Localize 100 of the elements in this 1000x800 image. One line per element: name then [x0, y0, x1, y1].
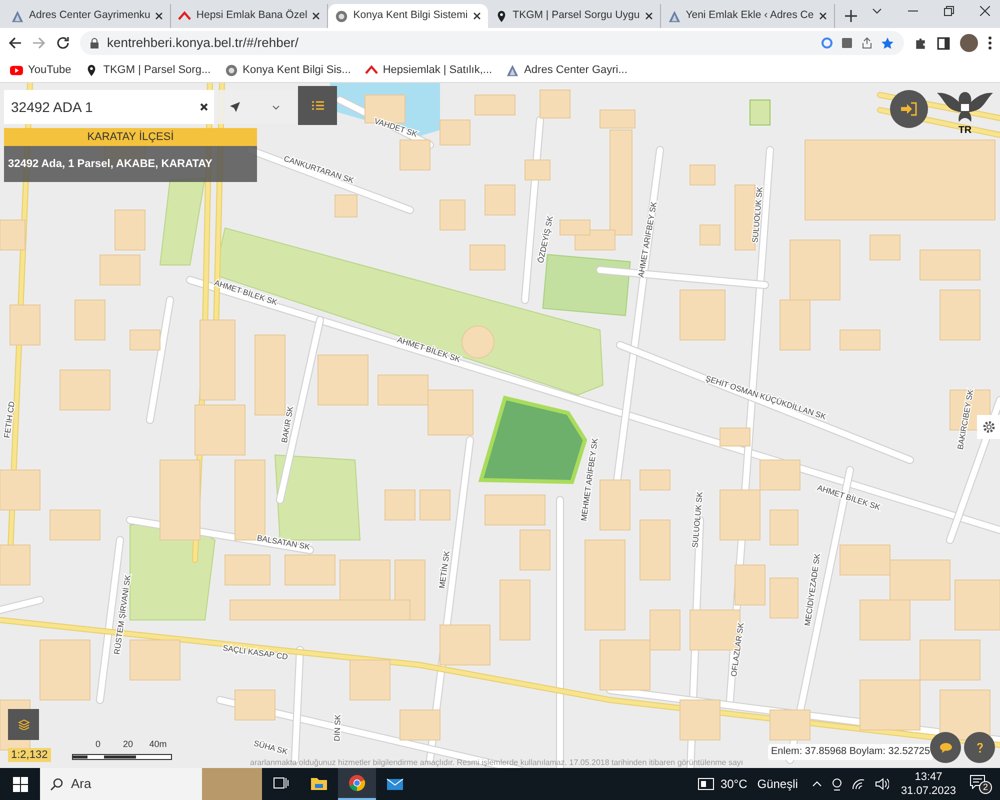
bookmark[interactable]: Konya Kent Bilgi Sis...: [224, 62, 351, 78]
chrome-icon: [348, 774, 366, 792]
browser-tab[interactable]: Konya Kent Bilgi Sistemi: [328, 4, 488, 28]
share-icon[interactable]: [861, 37, 873, 49]
chevron-up-icon[interactable]: [812, 781, 822, 787]
address-bar[interactable]: kentrehberi.konya.bel.tr/#/rehber/: [80, 31, 904, 55]
reload-icon[interactable]: [56, 36, 70, 50]
weather-widget[interactable]: 30°C Güneşli: [698, 775, 798, 793]
street-label: SULUOLUK SK: [690, 491, 704, 548]
lock-icon: [90, 38, 99, 48]
scale-label: 0: [96, 740, 100, 749]
building: [560, 220, 590, 236]
wifi-icon[interactable]: [852, 778, 865, 790]
clock-time[interactable]: 13:47: [914, 770, 942, 784]
star-icon[interactable]: [881, 36, 894, 50]
settings-icon: [982, 420, 996, 434]
layers-icon: [18, 719, 30, 730]
tab-title: Konya Kent Bilgi Sistemi: [353, 8, 468, 24]
chevron-down-icon[interactable]: [872, 8, 882, 14]
search-field[interactable]: 32492 ADA 1: [11, 93, 200, 121]
building: [74, 300, 106, 340]
windows-start-icon[interactable]: [12, 776, 28, 792]
puzzle-icon[interactable]: [914, 36, 927, 50]
url-text: kentrehberi.konya.bel.tr/#/rehber/: [107, 34, 300, 52]
road: [0, 596, 44, 614]
building: [130, 330, 160, 350]
navigation-arrow-icon[interactable]: [230, 102, 240, 112]
help-button[interactable]: [964, 732, 995, 763]
notification-count: 2: [979, 781, 992, 794]
building: [0, 220, 26, 250]
building: [114, 210, 146, 250]
bookmark[interactable]: YouTube: [10, 62, 72, 78]
street-label: DİN SK: [332, 714, 342, 742]
bookmark[interactable]: Adres Center Gayri...: [506, 62, 628, 78]
close-icon[interactable]: [644, 12, 653, 20]
building: [234, 690, 276, 720]
notification-icon[interactable]: [970, 775, 985, 789]
search-icon: [50, 778, 63, 790]
side-panel-icon[interactable]: [937, 36, 950, 50]
settings-button[interactable]: [977, 415, 1000, 439]
building: [640, 470, 670, 490]
google-icon[interactable]: [821, 37, 833, 49]
street-label: AHMET BİLEK SK: [396, 335, 462, 364]
caret-icon[interactable]: [272, 104, 280, 110]
building: [734, 564, 766, 606]
street-label: RÜSTEM ŞİRVANİ SK: [112, 574, 133, 655]
roof-icon: [178, 10, 192, 22]
emblem-icon: [224, 64, 238, 76]
building: [60, 370, 110, 410]
bookmark[interactable]: Hepsiemlak | Satılık,...: [364, 62, 492, 78]
building: [500, 580, 530, 640]
clock-date[interactable]: 31.07.2023: [900, 784, 956, 798]
close-icon[interactable]: [312, 12, 320, 20]
layers-button[interactable]: [8, 709, 39, 740]
close-icon[interactable]: [980, 6, 990, 16]
building: [954, 580, 1000, 630]
close-icon[interactable]: [155, 12, 164, 20]
street-label: SAÇLI KASAP CD: [222, 644, 288, 662]
building: [470, 244, 506, 270]
tab-title: Hepsi Emlak Bana Özel: [196, 8, 308, 24]
building: [700, 224, 720, 246]
menu-icon[interactable]: [988, 36, 992, 50]
close-icon[interactable]: [472, 12, 481, 20]
building: [770, 710, 810, 740]
new-tab-icon[interactable]: [844, 10, 857, 22]
building: [920, 640, 980, 680]
building: [870, 234, 900, 260]
close-icon[interactable]: [818, 12, 827, 20]
building: [400, 710, 440, 740]
street-label: SULUOLUK SK: [750, 186, 764, 244]
building: [334, 194, 358, 218]
webcam-icon[interactable]: [832, 778, 842, 790]
restore-icon[interactable]: [944, 6, 954, 16]
building: [350, 660, 390, 700]
speaker-icon[interactable]: [874, 778, 889, 790]
temperature-text: 30°C: [720, 776, 748, 793]
street-label: SÜHA SK: [252, 738, 289, 756]
clear-icon[interactable]: [200, 103, 208, 111]
building: [484, 184, 516, 216]
building: [770, 510, 798, 546]
street-label: OFLAZLAR SK: [729, 622, 746, 678]
taskbar-search[interactable]: Ara: [40, 768, 262, 800]
bookmark[interactable]: TKGM | Parsel Sorg...: [85, 62, 211, 78]
translate-icon[interactable]: [841, 37, 853, 49]
search-box[interactable]: 32492 ADA 1: [4, 90, 214, 124]
youtube-icon: [10, 64, 23, 76]
taskbar-app[interactable]: [338, 768, 376, 800]
profile-avatar[interactable]: [960, 34, 978, 52]
building: [770, 578, 798, 618]
street-label: BAKIR SK: [280, 406, 296, 444]
scale-label: 20: [123, 740, 133, 749]
login-button[interactable]: [890, 90, 928, 128]
back-icon[interactable]: [8, 36, 22, 50]
triangle-logo-icon: [668, 10, 681, 22]
building: [840, 544, 890, 576]
building: [40, 640, 90, 700]
tab-title: TKGM | Parsel Sorgu Uygu: [512, 8, 640, 24]
building: [920, 250, 980, 280]
building: [940, 690, 990, 740]
search-result[interactable]: 32492 Ada, 1 Parsel, AKABE, KARATAY: [4, 146, 257, 182]
